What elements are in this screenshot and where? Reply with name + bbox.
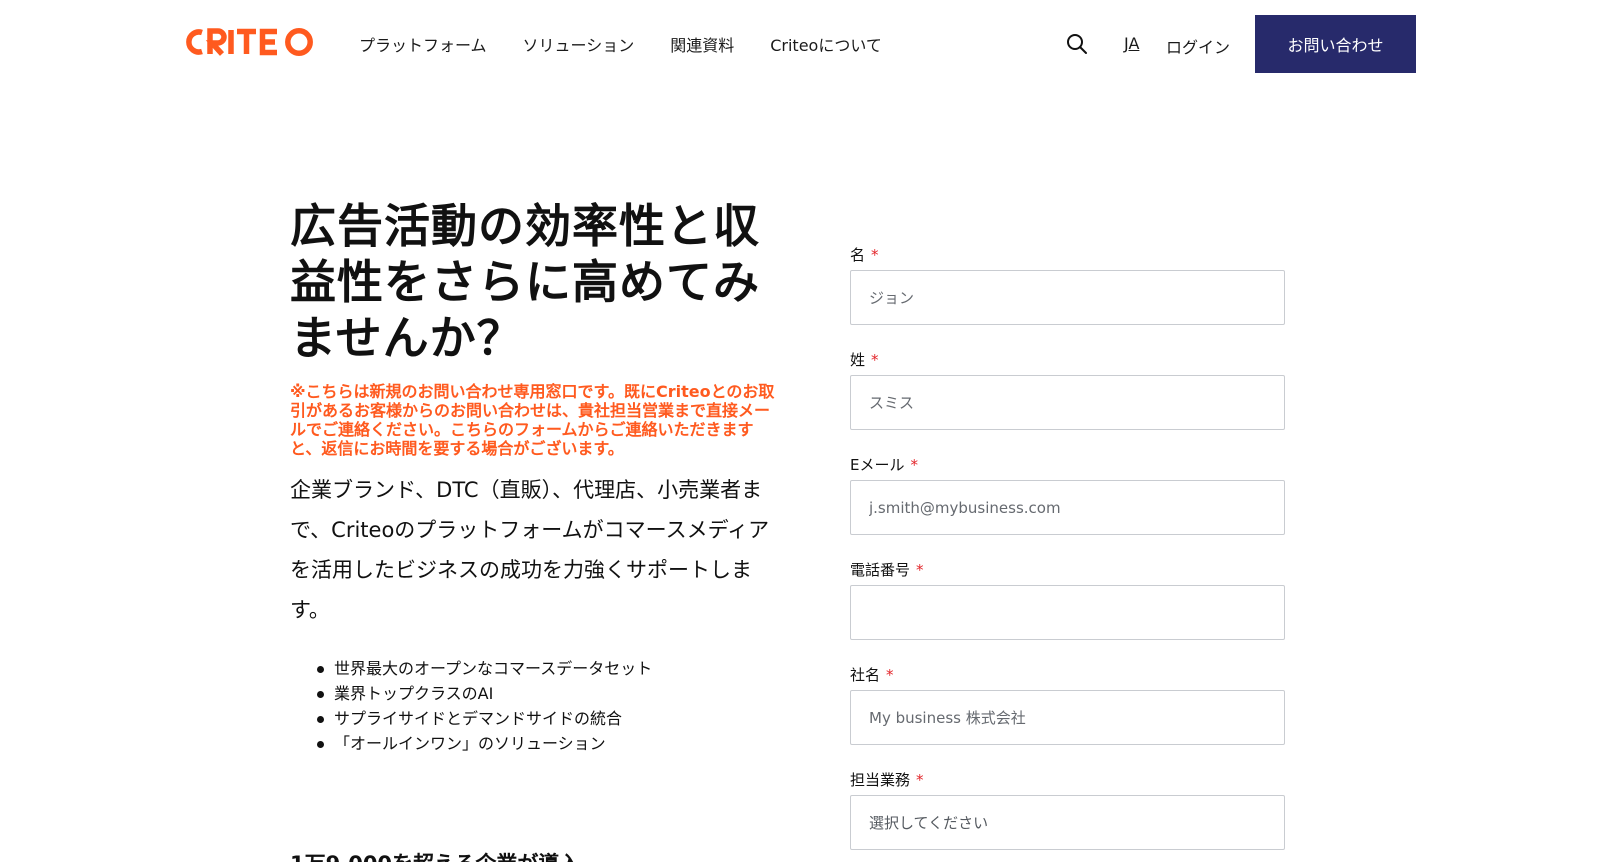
intro-section: 広告活動の効率性と収益性をさらに高めてみませんか？ ※こちらは新規のお問い合わせ…	[290, 198, 790, 756]
email-field-group: Eメール *	[850, 454, 1285, 535]
first-name-field-group: 名 *	[850, 244, 1285, 325]
email-label: Eメール *	[850, 456, 918, 474]
nav-platform[interactable]: プラットフォーム	[359, 32, 487, 56]
phone-field-group: 電話番号 *	[850, 559, 1285, 640]
contact-form: 名* 姓* Eメール* 電話番号* 社名* 担当業務* 選択してください	[850, 244, 1285, 850]
role-label: 担当業務 *	[850, 771, 924, 789]
company-input[interactable]	[850, 690, 1285, 745]
list-item: 「オールインワン」のソリューション	[317, 731, 790, 756]
page-title: 広告活動の効率性と収益性をさらに高めてみませんか？	[290, 199, 760, 365]
last-name-field-group: 姓 *	[850, 349, 1285, 430]
nav-solutions[interactable]: ソリューション	[523, 32, 635, 56]
nav-about[interactable]: Criteoについて	[770, 32, 882, 56]
feature-list: 世界最大のオープンなコマースデータセット 業界トップクラスのAI サプライサイド…	[290, 656, 790, 756]
required-mark: *	[886, 666, 894, 684]
search-icon[interactable]	[1066, 33, 1088, 55]
site-header: プラットフォーム ソリューション 関連資料 Criteoについて JA ログイン…	[0, 0, 1600, 88]
role-field-group: 担当業務 * 選択してください	[850, 769, 1285, 850]
last-name-label: 姓 *	[850, 351, 879, 369]
required-mark: *	[871, 351, 879, 369]
criteo-logo[interactable]	[183, 26, 315, 58]
lead-paragraph: 企業ブランド、DTC（直販）、代理店、小売業者まで、Criteoのプラットフォー…	[290, 478, 770, 622]
company-label: 社名 *	[850, 666, 894, 684]
required-mark: *	[910, 456, 918, 474]
role-select-value: 選択してください	[869, 814, 989, 832]
required-mark: *	[871, 246, 879, 264]
nav-resources[interactable]: 関連資料	[670, 32, 734, 56]
required-mark: *	[916, 771, 924, 789]
first-name-input[interactable]	[850, 270, 1285, 325]
required-mark: *	[916, 561, 924, 579]
login-link[interactable]: ログイン	[1166, 34, 1230, 58]
phone-label: 電話番号 *	[850, 561, 924, 579]
customers-heading: 1万9,000を超える企業が導入	[290, 848, 580, 862]
phone-input[interactable]	[850, 585, 1285, 640]
last-name-input[interactable]	[850, 375, 1285, 430]
first-name-label: 名 *	[850, 246, 879, 264]
list-item: サプライサイドとデマンドサイドの統合	[317, 706, 790, 731]
email-input[interactable]	[850, 480, 1285, 535]
main-nav: プラットフォーム ソリューション 関連資料 Criteoについて	[359, 32, 918, 56]
list-item: 業界トップクラスのAI	[317, 681, 790, 706]
new-inquiry-notice: ※こちらは新規のお問い合わせ専用窓口です。既にCriteoとのお取引があるお客様…	[290, 382, 775, 458]
contact-button[interactable]: お問い合わせ	[1255, 15, 1416, 73]
criteo-logo-mark	[186, 28, 313, 56]
list-item: 世界最大のオープンなコマースデータセット	[317, 656, 790, 681]
role-select[interactable]: 選択してください	[850, 795, 1285, 850]
language-selector[interactable]: JA	[1124, 34, 1139, 53]
company-field-group: 社名 *	[850, 664, 1285, 745]
